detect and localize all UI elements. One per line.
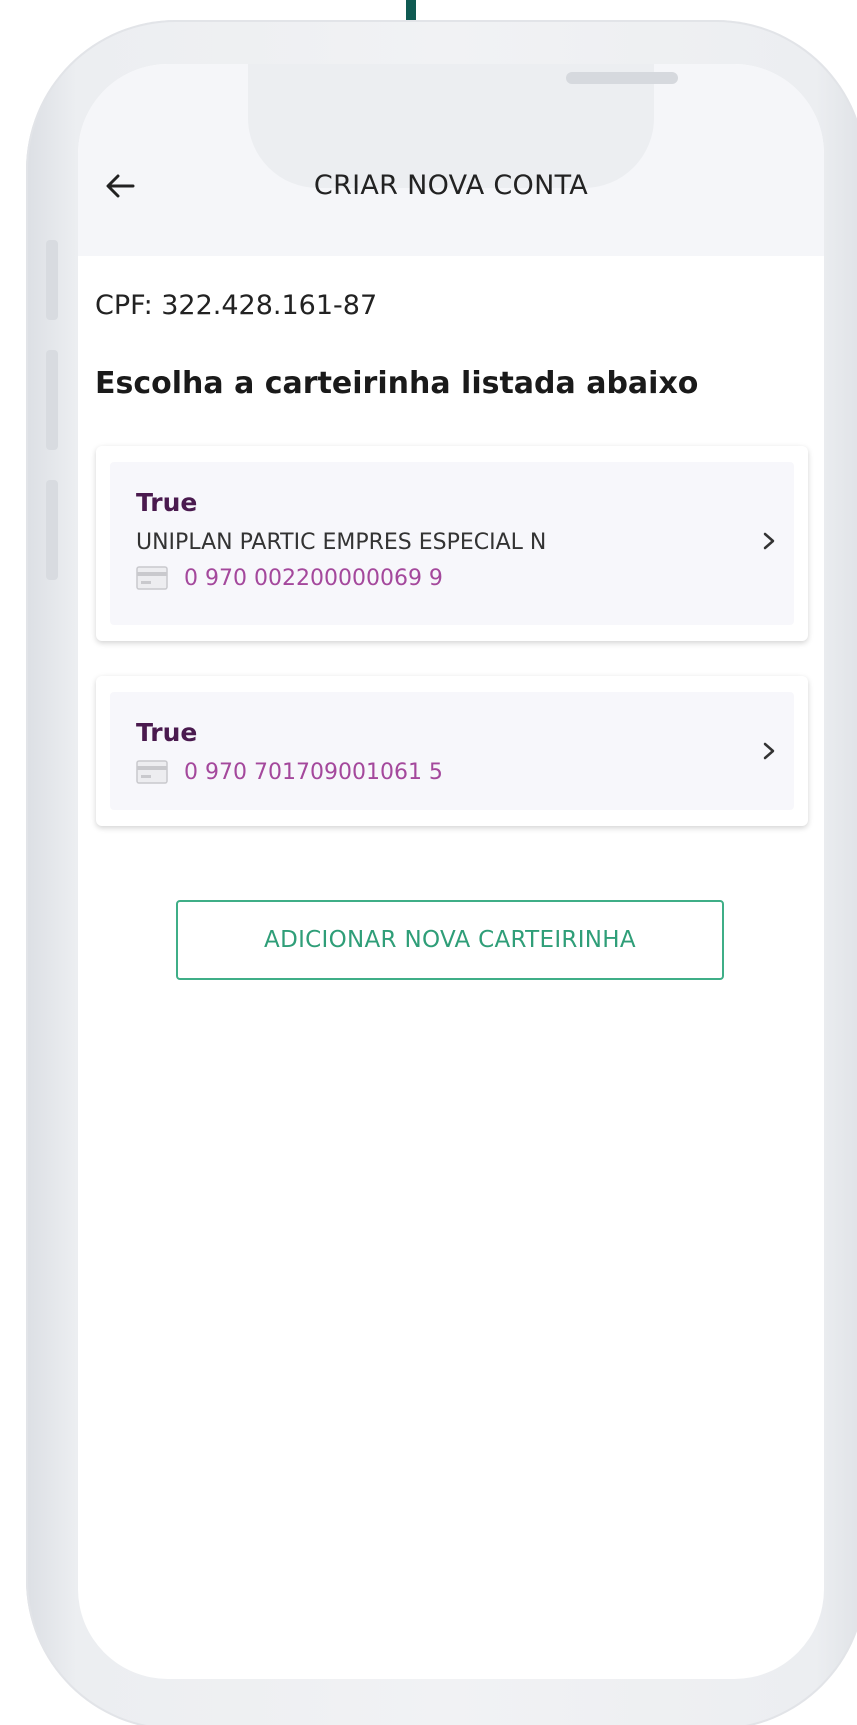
membership-card-1[interactable]: True UNIPLAN PARTIC EMPRES ESPECIAL N 0 … — [96, 446, 808, 641]
phone-screen: CRIAR NOVA CONTA CPF: 322.428.161-87 Esc… — [78, 64, 824, 1679]
side-button-volume-up — [46, 350, 58, 450]
side-button-volume-down — [46, 480, 58, 580]
arrow-left-icon — [106, 174, 135, 198]
chevron-right-icon — [763, 532, 775, 550]
card-number: 0 970 701709001061 5 — [184, 760, 443, 785]
card-number: 0 970 002200000069 9 — [184, 566, 443, 591]
card-icon — [136, 760, 168, 784]
page-title: CRIAR NOVA CONTA — [313, 170, 589, 201]
card-inner: True UNIPLAN PARTIC EMPRES ESPECIAL N 0 … — [110, 462, 794, 625]
instruction-heading: Escolha a carteirinha listada abaixo — [95, 366, 699, 401]
card-title: True — [136, 718, 198, 747]
membership-card-2[interactable]: True 0 970 701709001061 5 — [96, 676, 808, 826]
chevron-right-icon — [763, 742, 775, 760]
side-button-silent — [46, 240, 58, 320]
cpf-label: CPF: 322.428.161-87 — [95, 290, 378, 321]
card-plan-name: UNIPLAN PARTIC EMPRES ESPECIAL N — [136, 530, 547, 555]
card-inner: True 0 970 701709001061 5 — [110, 692, 794, 810]
back-button[interactable] — [98, 164, 142, 208]
card-title: True — [136, 488, 198, 517]
add-new-card-button[interactable]: ADICIONAR NOVA CARTEIRINHA — [176, 900, 724, 980]
speaker-grille — [566, 72, 678, 84]
card-icon — [136, 566, 168, 590]
stage: CRIAR NOVA CONTA CPF: 322.428.161-87 Esc… — [0, 0, 857, 1725]
